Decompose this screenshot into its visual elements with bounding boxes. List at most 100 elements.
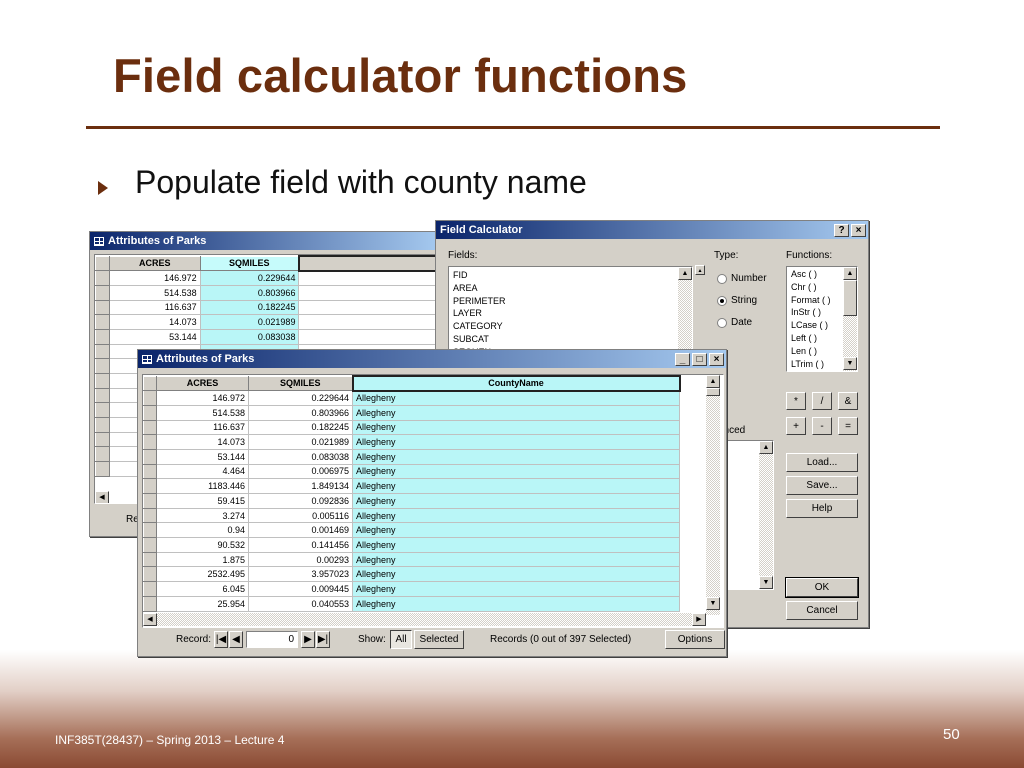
table-cell[interactable]: 0.803966 xyxy=(248,404,353,421)
load-button[interactable]: Load... xyxy=(786,453,858,472)
last-record-button[interactable]: ▶| xyxy=(316,631,330,648)
row-selector[interactable] xyxy=(143,551,157,568)
concat-button[interactable]: & xyxy=(838,392,858,410)
table-cell[interactable]: Allegheny xyxy=(352,434,680,450)
multiply-button[interactable]: * xyxy=(786,392,806,410)
table-row[interactable]: 116.637 0.182245 Allegheny xyxy=(143,419,680,436)
table-row[interactable]: 6.045 0.009445 Allegheny xyxy=(143,581,680,597)
row-selector[interactable] xyxy=(95,461,110,477)
row-selector[interactable] xyxy=(95,314,110,330)
table-row[interactable]: 3.274 0.005116 Allegheny xyxy=(143,507,680,524)
table-cell[interactable]: 53.144 xyxy=(156,448,249,465)
row-selector[interactable] xyxy=(95,358,110,374)
options-button[interactable]: Options xyxy=(665,630,725,649)
table-cell[interactable]: 0.182245 xyxy=(248,419,353,436)
table-cell[interactable]: 116.637 xyxy=(108,299,201,316)
table-cell[interactable]: Allegheny xyxy=(352,595,680,612)
table-cell[interactable]: 0.009445 xyxy=(248,581,353,597)
table-cell[interactable]: 3.957023 xyxy=(248,566,353,583)
row-selector[interactable] xyxy=(143,434,157,450)
close-icon[interactable]: × xyxy=(709,352,724,366)
row-selector[interactable] xyxy=(95,387,110,404)
cancel-button[interactable]: Cancel xyxy=(786,601,858,620)
table-cell[interactable]: 0.001469 xyxy=(248,522,353,539)
table-cell[interactable]: Allegheny xyxy=(352,551,680,568)
row-selector[interactable] xyxy=(143,595,157,612)
table-cell[interactable]: Allegheny xyxy=(352,404,680,421)
table-row[interactable]: 4.464 0.006975 Allegheny xyxy=(143,463,680,480)
table-row[interactable]: 514.538 0.803966 xyxy=(95,284,437,301)
table-row[interactable]: 1.875 0.00293 Allegheny xyxy=(143,551,680,568)
field-list-item[interactable]: AREA xyxy=(449,282,692,295)
row-selector[interactable] xyxy=(95,417,110,433)
table-cell[interactable]: 53.144 xyxy=(108,328,201,345)
table-row[interactable]: 90.532 0.141456 Allegheny xyxy=(143,537,680,553)
column-header-acres[interactable]: ACRES xyxy=(156,375,249,392)
table-row[interactable]: 116.637 0.182245 xyxy=(95,299,437,316)
table-cell[interactable]: 116.637 xyxy=(156,419,249,436)
column-header-sqmiles[interactable]: SQMILES xyxy=(199,255,300,272)
equals-button[interactable]: = xyxy=(838,417,858,435)
front-scroll-right-icon[interactable]: ▶ xyxy=(692,613,706,626)
row-selector[interactable] xyxy=(95,446,110,463)
row-selector[interactable] xyxy=(95,328,110,345)
table-cell[interactable]: 59.415 xyxy=(156,493,249,509)
column-header-partial[interactable] xyxy=(297,255,437,272)
table-row[interactable]: 14.073 0.021989 Allegheny xyxy=(143,434,680,450)
table-cell[interactable]: 0.021989 xyxy=(199,314,300,330)
table-cell[interactable]: 25.954 xyxy=(156,595,249,612)
help-title-button[interactable]: ? xyxy=(834,223,849,237)
table-cell[interactable]: Allegheny xyxy=(352,448,680,465)
front-scroll-left-icon[interactable]: ◀ xyxy=(143,613,157,626)
table-row[interactable]: 146.972 0.229644 xyxy=(95,270,437,286)
row-selector[interactable] xyxy=(95,284,110,301)
show-all-button[interactable]: All xyxy=(390,630,412,649)
table-cell[interactable]: 3.274 xyxy=(156,507,249,524)
previous-record-button[interactable]: ◀ xyxy=(229,631,243,648)
table-cell[interactable]: 14.073 xyxy=(156,434,249,450)
table-cell[interactable]: 514.538 xyxy=(108,284,201,301)
row-selector[interactable] xyxy=(143,537,157,553)
expression-scrollbar[interactable]: ▲ ▼ xyxy=(759,441,773,589)
front-horizontal-scrollbar[interactable]: ◀ ▶ xyxy=(143,613,706,626)
field-list-item[interactable]: LAYER xyxy=(449,307,692,320)
table-cell[interactable]: Allegheny xyxy=(352,463,680,480)
divide-button[interactable]: / xyxy=(812,392,832,410)
table-cell[interactable]: 514.538 xyxy=(156,404,249,421)
table-row[interactable]: 146.972 0.229644 Allegheny xyxy=(143,390,680,406)
show-selected-button[interactable]: Selected xyxy=(414,630,464,649)
front-window-titlebar[interactable]: Attributes of Parks _ □ × xyxy=(138,350,726,368)
table-cell[interactable]: 2532.495 xyxy=(156,566,249,583)
functions-scrollbar[interactable]: ▲ ▼ xyxy=(843,267,857,371)
table-cell[interactable]: 0.182245 xyxy=(199,299,300,316)
field-list-item[interactable]: PERIMETER xyxy=(449,295,692,308)
row-selector[interactable] xyxy=(143,493,157,509)
table-cell[interactable]: Allegheny xyxy=(352,478,680,494)
row-selector[interactable] xyxy=(143,566,157,583)
row-selector[interactable] xyxy=(95,431,110,448)
minimize-icon[interactable]: _ xyxy=(675,352,690,366)
resize-handle-icon[interactable]: ▴ xyxy=(695,265,705,275)
table-cell[interactable]: 0.021989 xyxy=(248,434,353,450)
table-row[interactable]: 2532.495 3.957023 Allegheny xyxy=(143,566,680,583)
table-row[interactable]: 25.954 0.040553 Allegheny xyxy=(143,595,680,612)
type-date-radio[interactable] xyxy=(717,318,727,328)
table-row[interactable]: 53.144 0.083038 Allegheny xyxy=(143,448,680,465)
save-button[interactable]: Save... xyxy=(786,476,858,495)
scroll-up-icon[interactable]: ▲ xyxy=(678,267,692,280)
row-selector[interactable] xyxy=(143,463,157,480)
fields-list[interactable]: FIDAREAPERIMETERLAYERCATEGORYSUBCATSEQUE… xyxy=(448,266,693,356)
table-row[interactable]: 1183.446 1.849134 Allegheny xyxy=(143,478,680,494)
table-cell[interactable]: Allegheny xyxy=(352,419,680,436)
table-cell[interactable]: Allegheny xyxy=(352,522,680,539)
table-cell[interactable]: 14.073 xyxy=(108,314,201,330)
table-cell[interactable]: 0.229644 xyxy=(248,390,353,406)
table-cell[interactable]: Allegheny xyxy=(352,581,680,597)
table-cell[interactable]: 4.464 xyxy=(156,463,249,480)
first-record-button[interactable]: |◀ xyxy=(214,631,228,648)
column-header-countyname[interactable]: CountyName xyxy=(351,375,681,392)
table-cell[interactable]: 0.005116 xyxy=(248,507,353,524)
table-cell[interactable]: Allegheny xyxy=(352,493,680,509)
record-number-input[interactable]: 0 xyxy=(246,631,298,648)
functions-list[interactable]: Asc ( ) Chr ( ) Format ( ) InStr ( ) LCase (… xyxy=(786,266,858,372)
